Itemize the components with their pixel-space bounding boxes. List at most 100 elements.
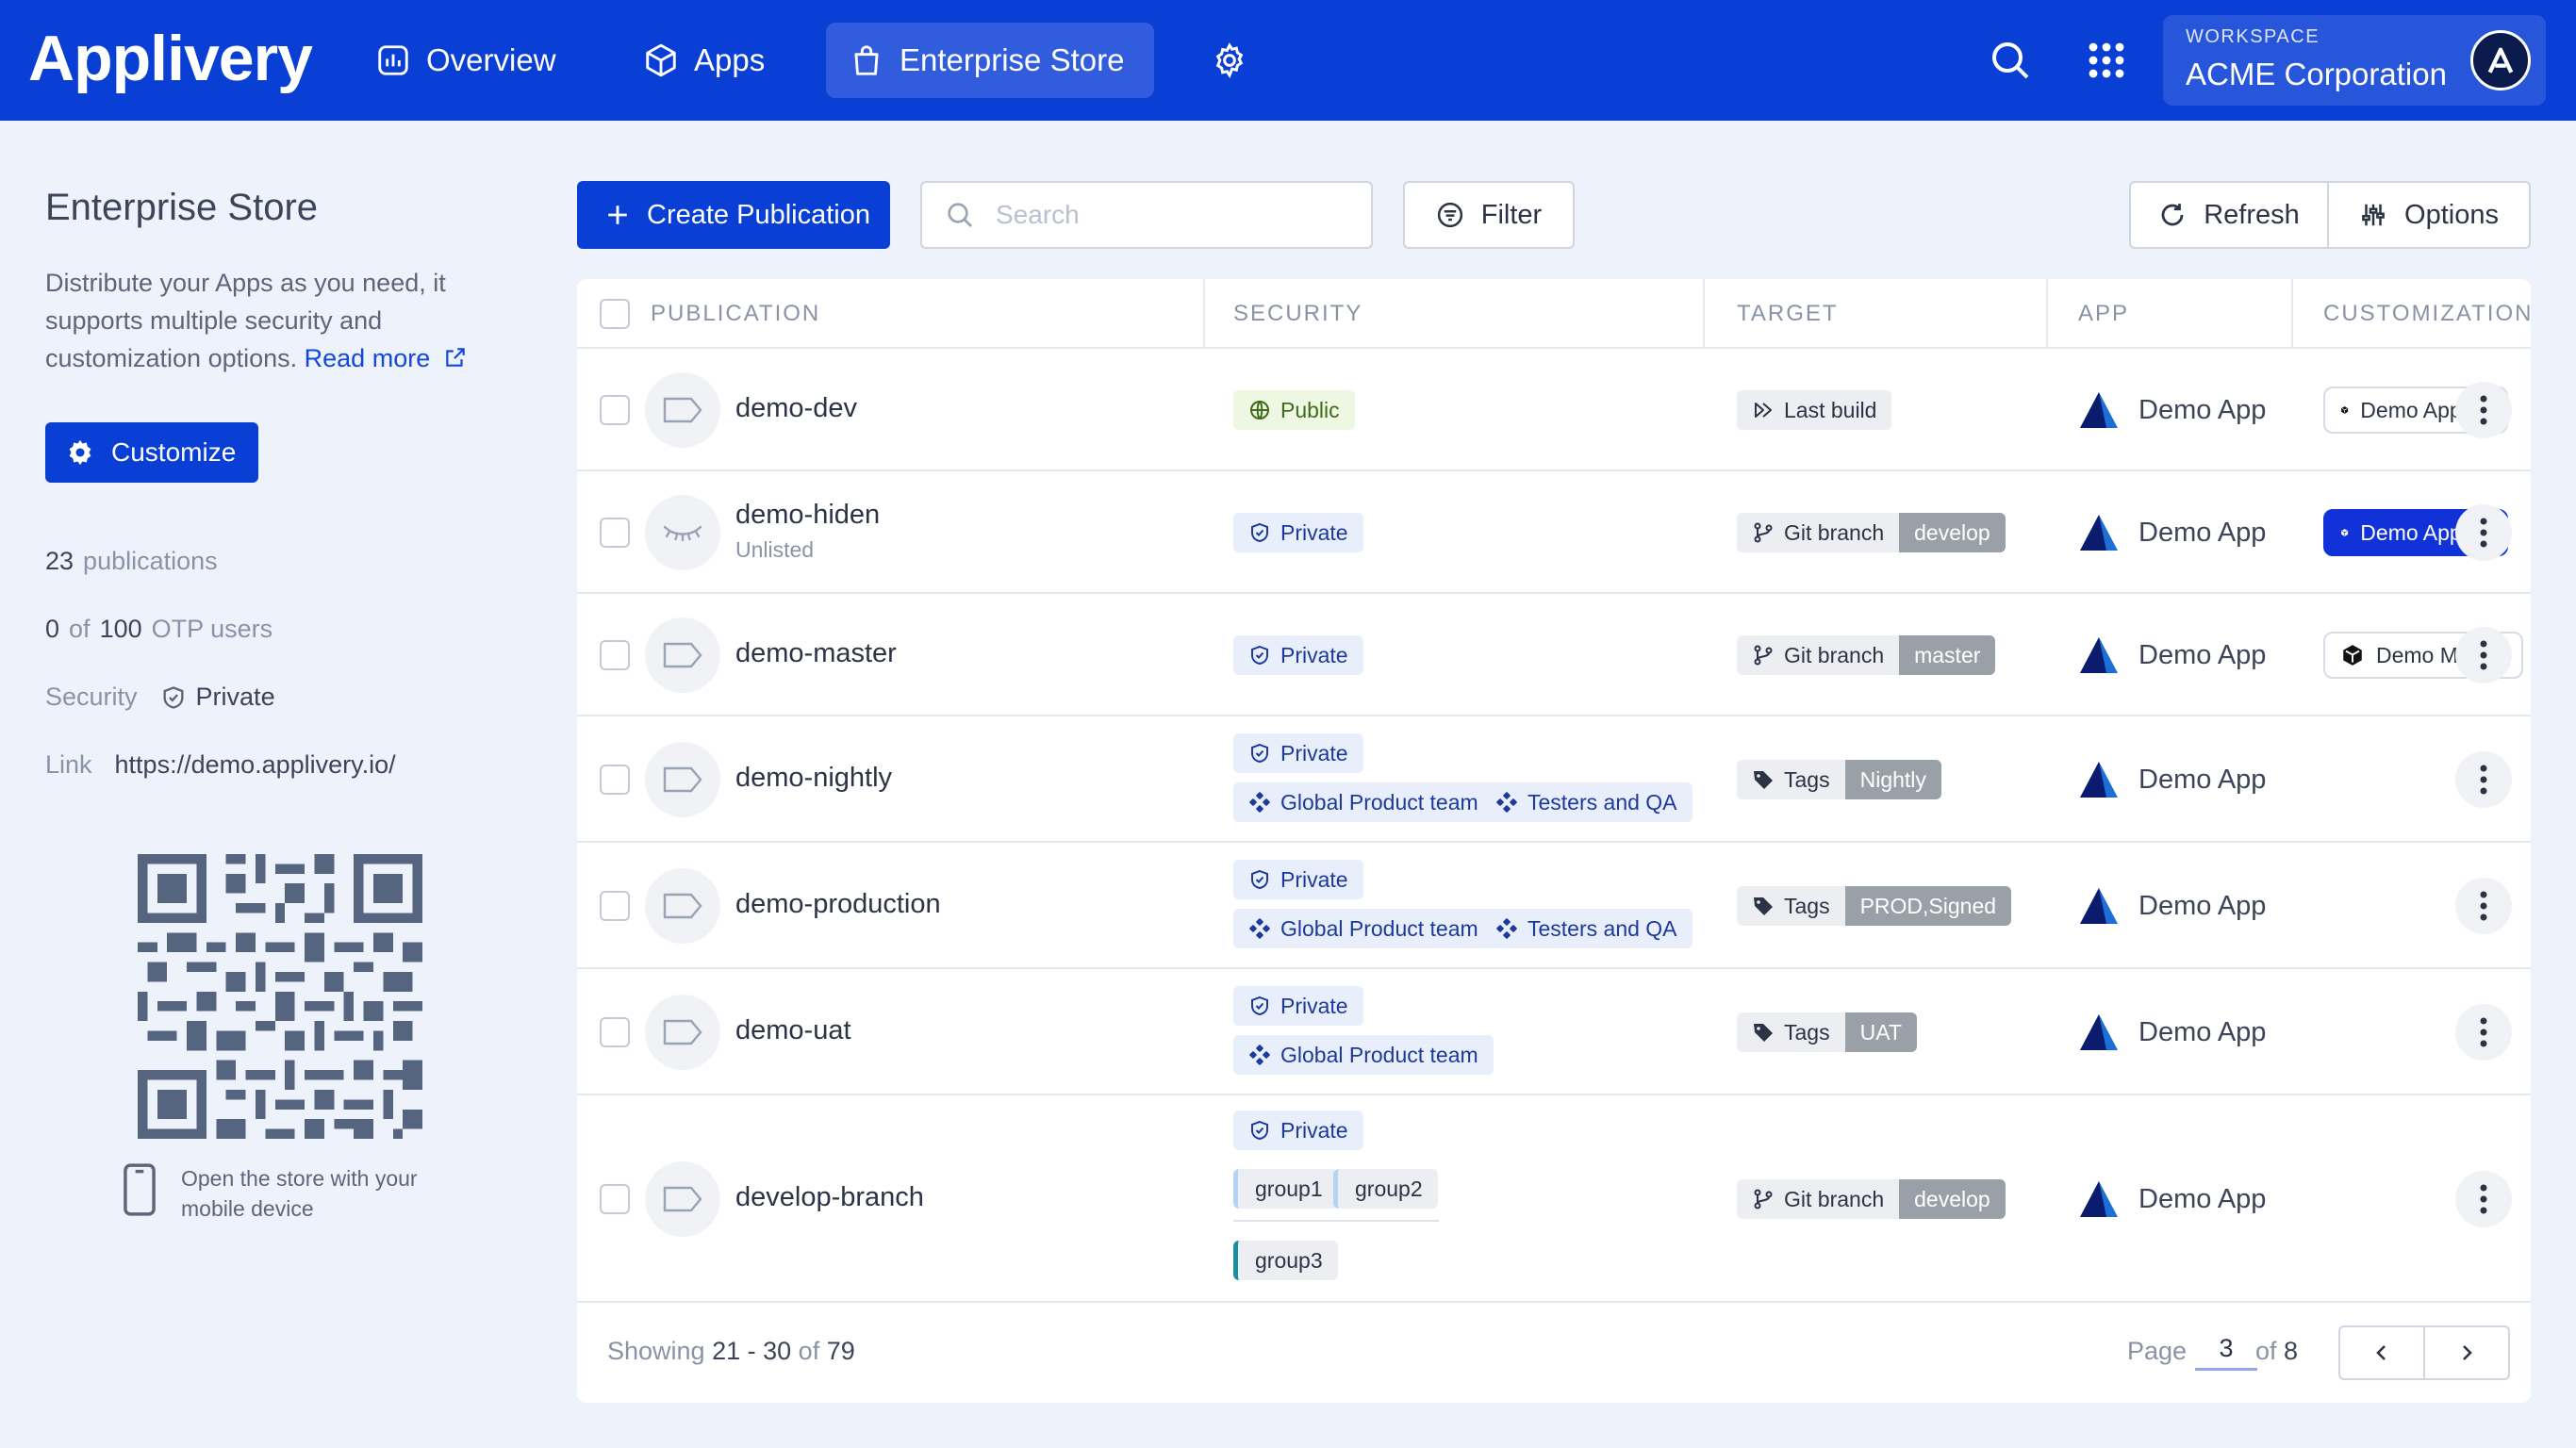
row-checkbox[interactable] — [600, 518, 630, 548]
table-row[interactable]: demo-master Private Git branch master De… — [577, 594, 2531, 716]
shield-check-icon — [1251, 522, 1268, 543]
app-cell[interactable]: Demo App — [2078, 886, 2266, 926]
security-label: Private — [1280, 740, 1348, 765]
table-row[interactable]: demo-production Private Global Product t… — [577, 843, 2531, 969]
row-checkbox[interactable] — [600, 765, 630, 795]
row-more-button[interactable] — [2455, 751, 2512, 808]
row-more-button[interactable] — [2455, 504, 2512, 561]
nav-overview[interactable]: Overview — [353, 23, 579, 98]
git-branch-icon — [1754, 522, 1773, 543]
security-value: Private — [195, 683, 275, 711]
previous-page-button[interactable] — [2340, 1327, 2425, 1378]
row-more-button[interactable] — [2455, 627, 2512, 683]
column-target[interactable]: TARGET — [1737, 279, 1839, 349]
gear-icon[interactable] — [1211, 41, 1248, 79]
publication-name[interactable]: demo-master — [735, 638, 897, 669]
row-more-button[interactable] — [2455, 1004, 2512, 1061]
create-publication-button[interactable]: Create Publication — [577, 181, 890, 249]
app-cell[interactable]: Demo App — [2078, 635, 2266, 675]
row-checkbox[interactable] — [600, 891, 630, 921]
app-cell[interactable]: Demo App — [2078, 1012, 2266, 1052]
shield-check-icon — [163, 685, 184, 709]
table-row[interactable]: demo-dev Public Last build Demo App Demo… — [577, 349, 2531, 471]
group-badge: Global Product team — [1233, 782, 1494, 822]
publication-name[interactable]: demo-nightly — [735, 763, 892, 794]
row-checkbox[interactable] — [600, 395, 630, 425]
search-icon[interactable] — [1988, 38, 2033, 83]
security-badge: Public — [1233, 390, 1355, 430]
next-page-button[interactable] — [2425, 1327, 2508, 1378]
target-key: Tags — [1784, 893, 1830, 918]
row-more-button[interactable] — [2455, 878, 2512, 934]
app-logo-icon — [2080, 1181, 2118, 1217]
refresh-button[interactable]: Refresh — [2129, 181, 2329, 249]
applivery-logo[interactable]: Applivery — [28, 21, 313, 96]
publication-name[interactable]: demo-uat — [735, 1015, 851, 1046]
workspace-label: WORKSPACE — [2186, 26, 2320, 47]
security-label: Public — [1280, 397, 1340, 422]
table-row[interactable]: demo-nightly Private Global Product team… — [577, 716, 2531, 843]
publications-stat: 23 publications — [45, 547, 218, 576]
security-label: Private — [1280, 519, 1348, 545]
column-security[interactable]: SECURITY — [1233, 279, 1362, 349]
store-description: Distribute your Apps as you need, it sup… — [45, 264, 517, 377]
app-cell[interactable]: Demo App — [2078, 1179, 2266, 1219]
table-header: PUBLICATION SECURITY TARGET APP CUSTOMIZ… — [577, 279, 2531, 349]
filter-button[interactable]: Filter — [1403, 181, 1575, 249]
read-more-link[interactable]: Read more — [305, 344, 468, 372]
group-label: Global Product team — [1280, 1042, 1478, 1067]
git-branch-icon — [1754, 645, 1773, 666]
top-navigation-bar: Applivery Overview Apps Enterprise Store… — [0, 0, 2576, 121]
filter-label: Filter — [1480, 199, 1543, 230]
tag-icon — [663, 642, 702, 668]
cube-icon — [2341, 529, 2349, 536]
app-cell[interactable]: Demo App — [2078, 760, 2266, 799]
row-more-button[interactable] — [2455, 382, 2512, 438]
row-checkbox[interactable] — [600, 640, 630, 670]
row-more-button[interactable] — [2455, 1171, 2512, 1227]
link-stat: Link https://demo.applivery.io/ — [45, 750, 396, 780]
column-app[interactable]: APP — [2078, 279, 2129, 349]
target-key: Git branch — [1784, 642, 1885, 667]
target-badge: Tags PROD,Signed — [1737, 886, 2012, 926]
apps-grid-icon[interactable] — [2084, 38, 2129, 83]
more-vertical-icon — [2480, 395, 2487, 425]
app-cell[interactable]: Demo App — [2078, 390, 2266, 430]
workspace-avatar[interactable] — [2470, 30, 2531, 90]
customize-button[interactable]: Customize — [45, 422, 258, 483]
row-checkbox[interactable] — [600, 1184, 630, 1214]
page-number-input[interactable] — [2195, 1329, 2257, 1371]
page-title: Enterprise Store — [45, 187, 319, 228]
eye-closed-icon — [663, 525, 702, 542]
publication-name[interactable]: develop-branch — [735, 1182, 924, 1213]
group-badge: Global Product team — [1233, 909, 1494, 948]
publication-name[interactable]: demo-production — [735, 889, 941, 920]
nav-apps[interactable]: Apps — [620, 23, 787, 98]
publication-name[interactable]: demo-dev — [735, 393, 857, 424]
search-box[interactable] — [920, 181, 1373, 249]
column-customization[interactable]: CUSTOMIZATION — [2323, 279, 2531, 349]
nav-enterprise-store[interactable]: Enterprise Store — [826, 23, 1154, 98]
app-cell[interactable]: Demo App — [2078, 513, 2266, 552]
shield-check-icon — [1251, 743, 1268, 764]
options-button[interactable]: Options — [2327, 181, 2531, 249]
app-logo-icon — [2080, 1014, 2118, 1050]
git-branch-icon — [1754, 1189, 1773, 1209]
page-of: of — [2255, 1337, 2277, 1365]
workspace-switcher[interactable]: WORKSPACE ACME Corporation — [2163, 15, 2546, 106]
search-input[interactable] — [996, 200, 1335, 230]
chart-icon — [378, 45, 408, 75]
app-logo-icon — [2080, 515, 2118, 551]
store-link[interactable]: https://demo.applivery.io/ — [115, 750, 396, 780]
publication-name[interactable]: demo-hiden — [735, 500, 880, 531]
row-checkbox[interactable] — [600, 1017, 630, 1047]
table-row[interactable]: develop-branch Private group1 group2 gro… — [577, 1095, 2531, 1303]
table-row[interactable]: demo-hiden Unlisted Private Git branch d… — [577, 471, 2531, 594]
table-row[interactable]: demo-uat Private Global Product team Tag… — [577, 969, 2531, 1095]
shield-check-icon — [1251, 645, 1268, 666]
applivery-a-icon — [2487, 47, 2514, 74]
showing-label: Showing — [607, 1337, 705, 1365]
column-publication[interactable]: PUBLICATION — [651, 279, 820, 349]
select-all-checkbox[interactable] — [600, 299, 630, 329]
app-name: Demo App — [2138, 890, 2267, 921]
